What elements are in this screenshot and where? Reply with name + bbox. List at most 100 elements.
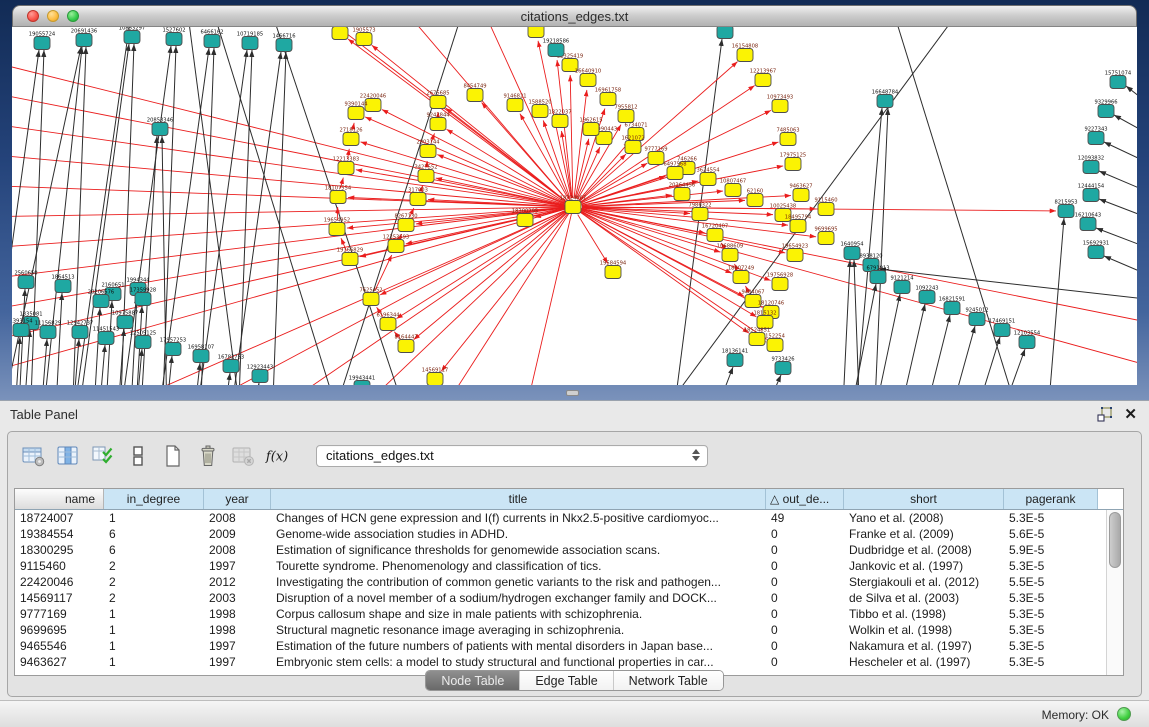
citation-network-graph[interactable]: 1872400719990443673407116210729777169746…	[12, 27, 1137, 385]
graph-node[interactable]: 19654923	[782, 244, 808, 262]
graph-node[interactable]: 20853346	[147, 118, 173, 136]
graph-node[interactable]: 17975125	[780, 153, 806, 171]
graph-node[interactable]: 16154808	[732, 44, 758, 62]
graph-node[interactable]: 19584594	[600, 261, 627, 279]
graph-node[interactable]: 16958107	[188, 345, 214, 363]
graph-node[interactable]: 9699695	[814, 227, 837, 245]
graph-node[interactable]: 1905573	[352, 28, 375, 46]
graph-node[interactable]: 12444154	[1078, 184, 1105, 202]
column-select-icon[interactable]	[90, 443, 116, 469]
tab-edge-table[interactable]: Edge Table	[519, 671, 612, 690]
graph-node[interactable]: 9242844	[426, 113, 450, 131]
table-row[interactable]: 2242004622012Investigating the contribut…	[15, 574, 1106, 590]
float-panel-icon[interactable]	[1097, 407, 1113, 422]
graph-node[interactable]: 152254	[765, 334, 786, 352]
graph-node[interactable]: 20876682	[712, 27, 738, 39]
table-row[interactable]: 946554611997Estimation of the future num…	[15, 638, 1106, 654]
network-canvas[interactable]: 1872400719990443673407116210729777169746…	[12, 27, 1137, 385]
graph-node[interactable]: 9463627	[789, 184, 812, 202]
graph-node[interactable]: 18807249	[728, 266, 754, 284]
graph-node[interactable]: 62160	[747, 189, 764, 207]
graph-node[interactable]: 9733426	[771, 357, 794, 375]
graph-node[interactable]: 12093832	[1078, 156, 1104, 174]
table-row[interactable]: 1938455462009Genome-wide association stu…	[15, 526, 1106, 542]
graph-node[interactable]: 2244627	[328, 27, 351, 40]
graph-node[interactable]: 1092243	[915, 286, 938, 304]
column-header-in_degree[interactable]: in_degree	[104, 489, 204, 509]
window-titlebar[interactable]: citations_edges.txt	[12, 5, 1137, 27]
graph-node[interactable]: 1621072	[621, 136, 644, 154]
graph-node[interactable]: 9121214	[890, 276, 914, 294]
table-row[interactable]: 946362711997Embryonic stem cells: a mode…	[15, 654, 1106, 670]
tab-node-table[interactable]: Node Table	[426, 671, 519, 690]
graph-node[interactable]: 17359928	[130, 288, 156, 306]
table-row[interactable]: 977716911998Corpus callosum shape and si…	[15, 606, 1106, 622]
graph-node[interactable]: 2718126	[339, 128, 362, 146]
graph-node[interactable]: 16640910	[575, 69, 601, 87]
table-mode-icon[interactable]	[20, 443, 46, 469]
graph-node[interactable]: 16961758	[595, 88, 621, 106]
table-scrollbar[interactable]	[1106, 510, 1123, 675]
graph-node[interactable]: 9329966	[1094, 100, 1117, 118]
graph-node[interactable]: 6791913	[866, 266, 889, 284]
graph-node[interactable]: 1962615	[579, 118, 602, 136]
graph-node[interactable]: 12103554	[1014, 331, 1041, 349]
graph-node[interactable]: 18136141	[722, 349, 748, 367]
column-header-out_degree[interactable]: △ out_de...	[766, 489, 844, 509]
column-header-year[interactable]: year	[204, 489, 271, 509]
graph-node[interactable]: 19055724	[29, 32, 56, 50]
graph-node[interactable]: 8813054	[524, 27, 548, 38]
graph-node[interactable]: 14569117	[422, 368, 448, 386]
graph-node[interactable]: 12213383	[333, 157, 359, 175]
graph-node[interactable]: 10719185	[237, 32, 263, 50]
column-visibility-icon[interactable]	[55, 443, 81, 469]
column-header-name[interactable]: name	[15, 489, 104, 509]
graph-node[interactable]: 10973493	[767, 95, 793, 113]
graph-node[interactable]: 15751074	[1105, 71, 1132, 89]
graph-node[interactable]: 19756928	[767, 273, 793, 291]
table-row[interactable]: 911546021997Tourette syndrome. Phenomeno…	[15, 558, 1106, 574]
graph-node[interactable]: 19943441	[349, 376, 375, 386]
graph-node[interactable]: 16210643	[1075, 213, 1101, 231]
graph-node[interactable]: 7955812	[614, 105, 637, 123]
new-column-icon[interactable]	[160, 443, 186, 469]
splitter-handle[interactable]	[566, 390, 579, 396]
graph-nodes[interactable]: 1872400719990443673407116210729777169746…	[12, 27, 1132, 385]
table-row[interactable]: 1872400712008Changes of HCN gene express…	[15, 510, 1106, 526]
graph-node[interactable]: 2560650	[14, 271, 37, 289]
column-header-pagerank[interactable]: pagerank	[1004, 489, 1098, 509]
graph-node[interactable]: 17957253	[160, 338, 186, 356]
graph-node[interactable]: 20691436	[71, 29, 97, 47]
graph-node[interactable]: 3624554	[696, 168, 720, 186]
graph-node[interactable]: 19654952	[324, 218, 350, 236]
graph-node[interactable]: 7986322	[688, 203, 711, 221]
graph-node[interactable]: 9227343	[1084, 127, 1107, 145]
table-row[interactable]: 1830029562008Estimation of significance …	[15, 542, 1106, 558]
graph-node[interactable]: 18107554	[325, 186, 352, 204]
close-panel-icon[interactable]: ✕	[1124, 405, 1137, 423]
graph-node[interactable]: 20364456	[669, 183, 695, 201]
delete-column-icon[interactable]	[195, 443, 221, 469]
graph-node[interactable]: 10853297	[119, 27, 145, 44]
function-builder-icon[interactable]: f(x)	[265, 443, 291, 469]
scrollbar-thumb[interactable]	[1109, 512, 1121, 568]
graph-node[interactable]: 7625452	[359, 288, 382, 306]
graph-node[interactable]: 1822037	[548, 110, 571, 128]
column-header-title[interactable]: title	[271, 489, 766, 509]
graph-node[interactable]: 1815132	[753, 311, 776, 329]
graph-node[interactable]: 9146821	[503, 94, 526, 112]
graph-node[interactable]: 2675685	[426, 91, 449, 109]
table-selector-dropdown[interactable]: citations_edges.txt	[316, 445, 708, 467]
graph-node[interactable]: 1864513	[51, 275, 74, 293]
row-height-icon[interactable]	[125, 443, 151, 469]
graph-node[interactable]: 10807467	[720, 179, 746, 197]
graph-node[interactable]: 2803144	[416, 140, 440, 158]
graph-node[interactable]: 9115460	[814, 198, 837, 216]
graph-node[interactable]: 8267130	[394, 214, 417, 232]
graph-node[interactable]: 7485063	[776, 128, 799, 146]
graph-node[interactable]: 8454749	[463, 84, 486, 102]
graph-node[interactable]: 6497568	[663, 162, 686, 180]
graph-node[interactable]: 12213967	[750, 69, 776, 87]
graph-node[interactable]: 16821591	[939, 297, 965, 315]
tab-network-table[interactable]: Network Table	[613, 671, 723, 690]
